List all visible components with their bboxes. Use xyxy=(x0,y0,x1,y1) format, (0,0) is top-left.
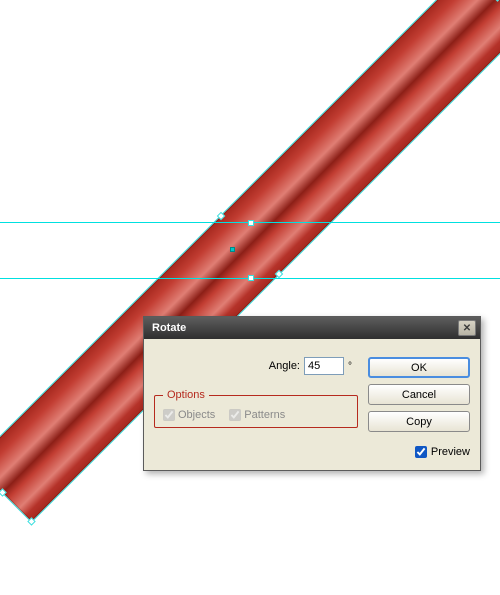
angle-label: Angle: xyxy=(269,360,300,372)
selected-object[interactable] xyxy=(209,0,291,595)
rotation-reference-point[interactable] xyxy=(230,247,235,252)
resize-handle-br[interactable] xyxy=(27,517,35,525)
rotate-dialog: Rotate ✕ Angle: ° Options Objects xyxy=(143,316,481,471)
resize-handle-tc[interactable] xyxy=(493,0,500,2)
objects-checkbox xyxy=(163,409,175,421)
preview-checkbox[interactable] xyxy=(415,446,427,458)
ok-button[interactable]: OK xyxy=(368,357,470,378)
patterns-checkbox-label: Patterns xyxy=(229,409,285,421)
degree-symbol: ° xyxy=(348,361,352,372)
preview-row[interactable]: Preview xyxy=(368,446,470,458)
cancel-button[interactable]: Cancel xyxy=(368,384,470,405)
preview-label: Preview xyxy=(431,446,470,458)
anchor-point[interactable] xyxy=(248,220,254,226)
resize-handle-bc[interactable] xyxy=(0,488,7,496)
dialog-title: Rotate xyxy=(152,322,186,334)
angle-row: Angle: ° xyxy=(154,357,358,375)
options-legend: Options xyxy=(163,389,209,401)
copy-button[interactable]: Copy xyxy=(368,411,470,432)
patterns-checkbox xyxy=(229,409,241,421)
anchor-point[interactable] xyxy=(248,275,254,281)
options-fieldset: Options Objects Patterns xyxy=(154,389,358,428)
patterns-text: Patterns xyxy=(244,409,285,421)
close-icon: ✕ xyxy=(463,323,471,334)
objects-text: Objects xyxy=(178,409,215,421)
angle-input[interactable] xyxy=(304,357,344,375)
resize-handle-lc[interactable] xyxy=(217,212,225,220)
dialog-titlebar[interactable]: Rotate ✕ xyxy=(144,317,480,339)
objects-checkbox-label: Objects xyxy=(163,409,215,421)
resize-handle-rc[interactable] xyxy=(275,270,283,278)
close-button[interactable]: ✕ xyxy=(458,320,476,336)
